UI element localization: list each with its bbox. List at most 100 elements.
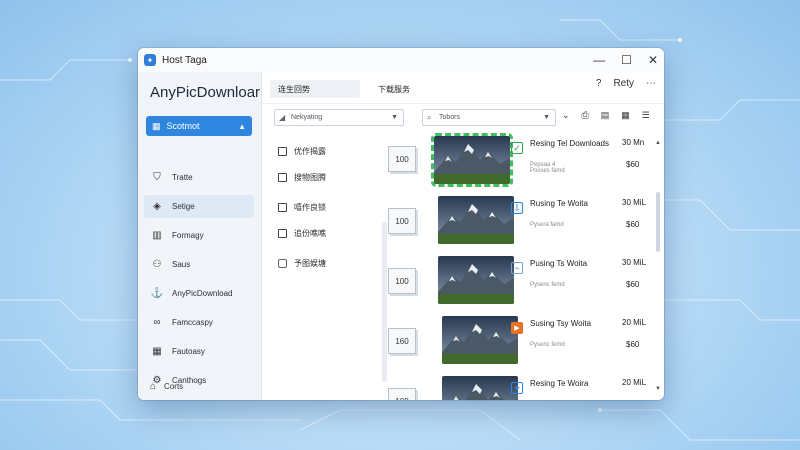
file-price: $60 xyxy=(626,280,640,289)
sidebar-item-setige[interactable]: ◈ Setige xyxy=(144,195,254,218)
download-row[interactable]: 100 ✦ Resing Te Woira 20 MiL xyxy=(382,372,664,400)
mountain-photo xyxy=(438,256,514,304)
sort-dropdown[interactable]: ⌕ Tobors ▼ xyxy=(422,109,556,126)
sidebar: AnyPicDownloar ▦ Scotmot ▲ ⛉ Tratte ◈ Setig… xyxy=(138,72,262,400)
download-row[interactable]: 100 ⌁ Pusing Ts Woita Pysenc femd 30 MiL $60 xyxy=(382,252,664,314)
chevron-down-icon: ▼ xyxy=(391,114,398,121)
sidebar-item-famccaspy[interactable]: ∞ Famccaspy xyxy=(144,311,254,334)
size-badge: 100 xyxy=(388,388,416,400)
profile-text[interactable]: Rety xyxy=(613,78,634,89)
image-thumbnail[interactable] xyxy=(438,256,514,304)
download-title: Susing Tsy Woita xyxy=(530,319,592,328)
tab-downloads[interactable]: 下载服务 xyxy=(370,80,418,98)
chevron-down-icon[interactable]: ⌄ xyxy=(562,110,570,121)
category-item[interactable]: 优作揭露 xyxy=(278,146,326,157)
sidebar-select[interactable]: ▦ Scotmot ▲ xyxy=(146,116,252,136)
download-row[interactable]: 100 ✓ Resing Tel Downloads Pepsaa 4 Posses … xyxy=(382,132,664,194)
sidebar-item-fautoasy[interactable]: ▦ Fautoasy xyxy=(144,340,254,363)
sidebar-item-formagy[interactable]: ▥ Formagy xyxy=(144,224,254,247)
sidebar-item-label: Fautoasy xyxy=(172,347,205,356)
save-icon[interactable]: ▤ xyxy=(601,110,610,121)
category-checkbox[interactable] xyxy=(278,259,287,268)
image-thumbnail[interactable] xyxy=(438,196,514,244)
file-size: 30 MiL xyxy=(622,198,647,207)
calendar-icon: ▦ xyxy=(152,346,162,357)
search-icon: ⌕ xyxy=(427,112,432,122)
category-label: 追份噍噍 xyxy=(294,229,326,238)
bird-icon: ✦ xyxy=(511,382,523,394)
sidebar-footer[interactable]: ⌂ Corts xyxy=(150,381,183,392)
file-price: $60 xyxy=(626,220,640,229)
grid-view-icon[interactable]: ▦ xyxy=(621,110,630,121)
help-icon[interactable]: ? xyxy=(596,78,602,89)
app-logo-icon: ✦ xyxy=(144,54,156,66)
maximize-button[interactable]: ☐ xyxy=(621,53,632,67)
file-size: 20 MiL xyxy=(622,378,647,387)
tag-icon: ⌁ xyxy=(511,262,523,274)
sidebar-item-label: Saus xyxy=(172,260,191,269)
window-title: Host Taga xyxy=(162,54,207,66)
shield-icon: ⛉ xyxy=(153,172,161,183)
tab-primary[interactable]: 连生回势 xyxy=(270,80,360,98)
sidebar-item-tratte[interactable]: ⛉ Tratte xyxy=(144,166,254,189)
top-bar: 连生回势 下载服务 ? Rety ⋯ xyxy=(262,72,664,104)
file-size: 30 Mn xyxy=(622,138,645,147)
sidebar-nav: ⛉ Tratte ◈ Setige ▥ Formagy ⚇ Saus ⚓ AnyPicDownlo… xyxy=(144,166,254,398)
size-badge: 100 xyxy=(388,268,416,294)
toolbar: ◢ Nekyating ▼ ⌕ Tobors ▼ ⌄ ⎙ ▤ ▦ ☰ xyxy=(262,104,664,132)
title-bar[interactable]: ✦ Host Taga — ☐ ✕ xyxy=(138,48,664,72)
link-icon: ∞ xyxy=(153,317,161,328)
mountain-photo xyxy=(442,376,518,400)
download-row[interactable]: 160 ▶ Susing Tsy Woita Pysenc femd 20 MiL $60 xyxy=(382,312,664,374)
download-subtitle: Pysera famd xyxy=(530,222,564,228)
download-subtitle: Pysenc femd xyxy=(530,342,565,348)
chevron-down-icon: ▼ xyxy=(543,114,550,121)
download-subtitle: Pepsaa 4 Posses famd xyxy=(530,162,565,174)
category-checkbox[interactable] xyxy=(278,147,287,156)
sidebar-item-label: Formagy xyxy=(172,231,204,240)
category-item[interactable]: 追份噍噍 xyxy=(278,228,326,239)
anchor-icon: ⚓ xyxy=(150,288,164,299)
minimize-button[interactable]: — xyxy=(593,53,605,67)
category-item[interactable]: 搜物图腾 xyxy=(278,172,326,183)
category-label: 嘻作良锁 xyxy=(294,203,326,212)
sidebar-item-anypicdownload[interactable]: ⚓ AnyPicDownload xyxy=(144,282,254,305)
image-thumbnail[interactable] xyxy=(442,316,518,364)
brand-title: AnyPicDownloar xyxy=(150,84,261,101)
download-title: Pusing Ts Woita xyxy=(530,259,588,268)
check-icon: ✓ xyxy=(511,142,523,154)
user-icon: ⚇ xyxy=(152,259,162,270)
chevron-down-icon: ▲ xyxy=(238,121,246,131)
list-view-icon[interactable]: ☰ xyxy=(642,110,650,121)
sort-dropdown-label: Tobors xyxy=(439,114,461,121)
category-checkbox[interactable] xyxy=(278,203,287,212)
image-thumbnail[interactable] xyxy=(431,133,513,187)
category-item[interactable]: 嘻作良锁 xyxy=(278,202,326,213)
image-thumbnail[interactable] xyxy=(442,376,518,400)
category-checkbox[interactable] xyxy=(278,173,287,182)
filter-dropdown[interactable]: ◢ Nekyating ▼ xyxy=(274,109,404,126)
download-list: ▲ ▼ 100 ✓ Resing Tel Downloads Pepsaa 4 Pos… xyxy=(382,132,664,400)
download-icon: ⇩ xyxy=(511,202,523,214)
size-badge: 160 xyxy=(388,328,416,354)
category-panel: 优作揭露搜物图腾嘻作良锁追份噍噍予图娱塘 xyxy=(262,132,387,400)
footer-label: Corts xyxy=(164,382,184,391)
mountain-photo xyxy=(434,136,510,184)
grid-icon: ▦ xyxy=(152,120,161,131)
download-row[interactable]: 100 ⇩ Rusing Te Woita Pysera famd 30 MiL $60 xyxy=(382,192,664,254)
category-checkbox[interactable] xyxy=(278,229,287,238)
category-label: 搜物图腾 xyxy=(294,173,326,182)
diamond-icon: ◈ xyxy=(153,201,161,212)
sidebar-item-label: AnyPicDownload xyxy=(172,289,233,298)
more-icon[interactable]: ⋯ xyxy=(646,78,656,89)
sidebar-item-label: Tratte xyxy=(172,173,193,182)
close-button[interactable]: ✕ xyxy=(648,53,658,67)
category-label: 予图娱塘 xyxy=(294,259,326,268)
size-badge: 100 xyxy=(388,146,416,172)
category-item[interactable]: 予图娱塘 xyxy=(278,258,326,269)
app-window: ✦ Host Taga — ☐ ✕ AnyPicDownloar ▦ Scotm… xyxy=(138,48,664,400)
sidebar-select-label: Scotmot xyxy=(166,121,200,131)
download-title: Rusing Te Woita xyxy=(530,199,588,208)
sidebar-item-saus[interactable]: ⚇ Saus xyxy=(144,253,254,276)
print-icon[interactable]: ⎙ xyxy=(582,110,589,121)
